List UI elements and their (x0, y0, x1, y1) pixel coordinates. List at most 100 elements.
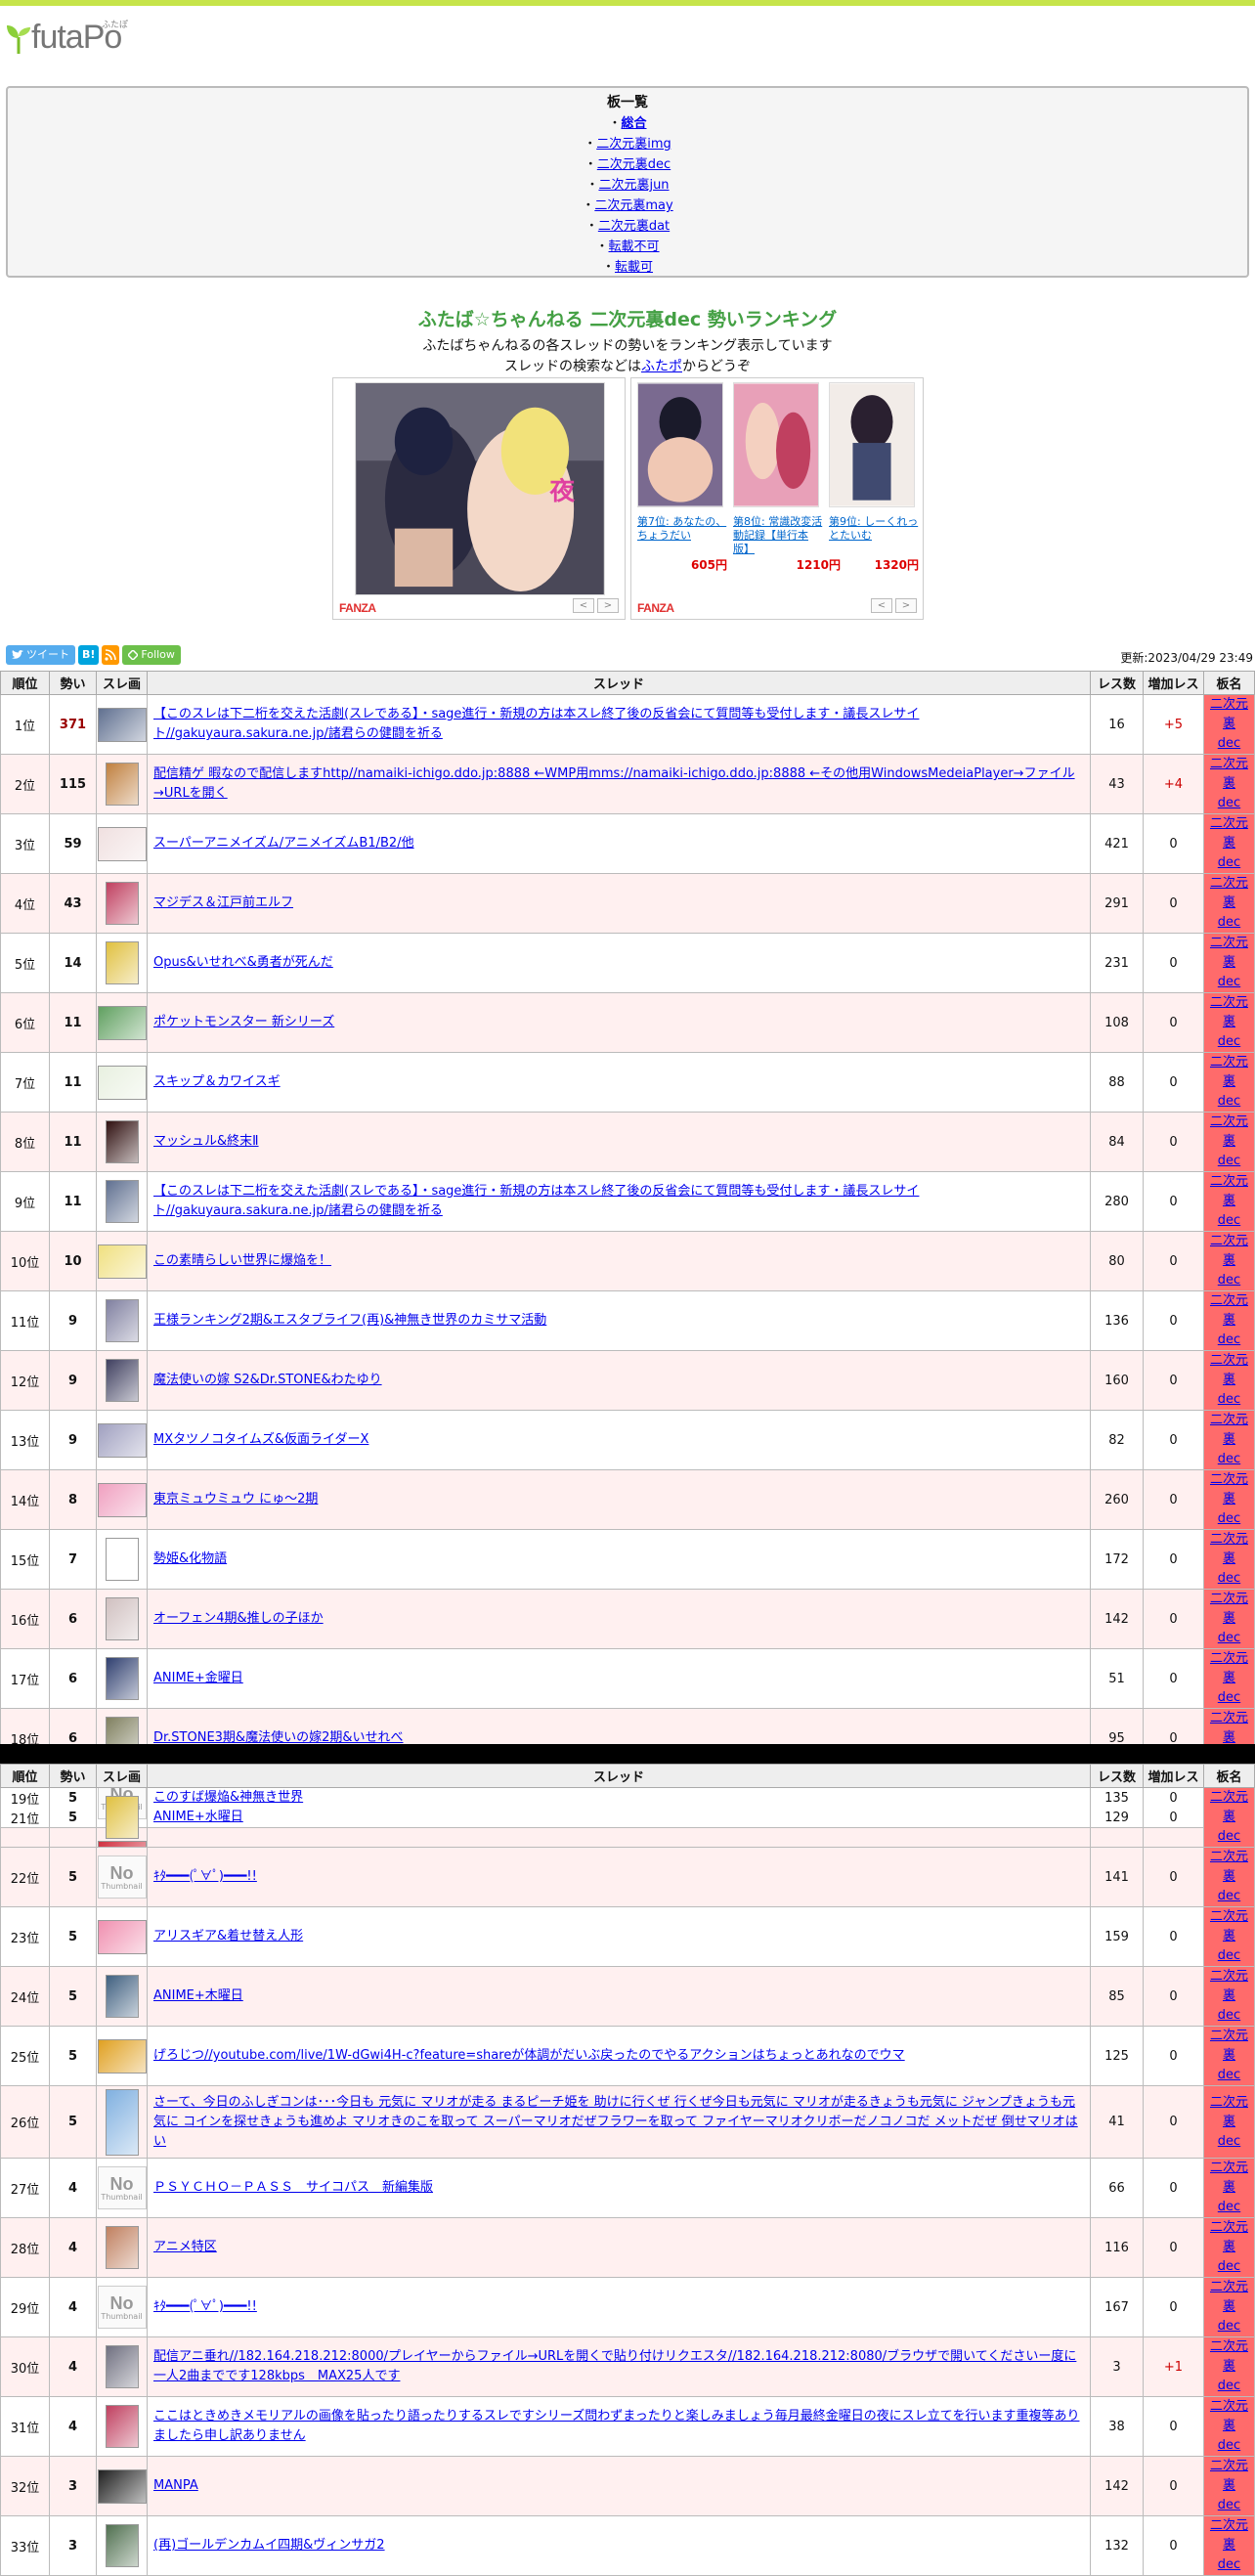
thread-link[interactable]: ｷﾀ━━━(ﾟ∀ﾟ)━━━!! (153, 1869, 257, 1884)
thumbnail-cell[interactable] (96, 1906, 148, 1967)
thread-thumbnail[interactable] (105, 763, 139, 806)
carousel-next-button[interactable]: > (895, 598, 917, 613)
thumbnail-cell[interactable] (96, 1052, 148, 1113)
thread-link[interactable]: 勢姫&化物語 (153, 1551, 227, 1566)
ad-item[interactable]: 第9位: しーくれっとたいむ 1320円 (829, 382, 919, 573)
thread-thumbnail[interactable] (97, 1005, 147, 1040)
thumbnail-cell[interactable] (96, 1350, 148, 1411)
board-name-link[interactable]: 二次元裏 dec (1210, 2161, 1248, 2214)
board-name-link[interactable]: 二次元裏 dec (1210, 1353, 1248, 1407)
thread-link[interactable]: Opus&いせれべ&勇者が死んだ (153, 955, 333, 970)
thread-link[interactable]: スキップ＆カワイスギ (153, 1074, 281, 1089)
thumbnail-cell[interactable] (96, 1589, 148, 1649)
thread-thumbnail[interactable] (105, 1597, 139, 1640)
board-name-link[interactable]: 二次元裏 dec (1210, 2095, 1248, 2149)
thread-link[interactable]: スーパーアニメイズム/アニメイズムB1/B2/他 (153, 836, 414, 851)
board-link[interactable]: 二次元裏img (596, 137, 671, 152)
board-link[interactable]: 転載不可 (609, 240, 660, 254)
thread-link[interactable]: ANIME+木曜日 (153, 1988, 243, 2003)
board-name-link[interactable]: 二次元裏 dec (1210, 2518, 1248, 2572)
thread-link[interactable]: 【このスレは下二桁を交えた活劇(スレである】・sage進行・新規の方は本スレ終了… (153, 707, 919, 741)
thread-link[interactable]: Dr.STONE3期&魔法使いの嫁2期&いせれべ (153, 1730, 403, 1745)
thumbnail-cell[interactable] (96, 1171, 148, 1232)
thread-thumbnail[interactable] (105, 2405, 139, 2448)
thread-thumbnail[interactable] (97, 2468, 147, 2504)
hatena-bookmark-button[interactable]: B! (78, 645, 100, 665)
board-name-link[interactable]: 二次元裏 dec (1210, 2029, 1248, 2082)
thumbnail-cell[interactable] (96, 933, 148, 993)
thread-thumbnail[interactable] (105, 1120, 139, 1163)
thumbnail-cell[interactable] (96, 2515, 148, 2576)
thread-link[interactable]: マッシュル&終末Ⅱ (153, 1134, 259, 1149)
ad-item-caption[interactable]: 第9位: しーくれっとたいむ (829, 515, 919, 556)
thread-thumbnail[interactable] (105, 1975, 139, 2018)
thread-thumbnail[interactable] (105, 2088, 139, 2156)
board-name-link[interactable]: 二次元裏 dec (1210, 1850, 1248, 1903)
thread-link[interactable]: マジデス＆江戸前エルフ (153, 895, 293, 910)
thumbnail-cell[interactable] (96, 1231, 148, 1291)
ad-item[interactable]: 第7位: あなたの、ちょうだい 605円 (637, 382, 727, 573)
board-link[interactable]: 二次元裏dat (598, 219, 670, 234)
thread-link[interactable]: MANPA (153, 2478, 198, 2493)
board-name-link[interactable]: 二次元裏 dec (1210, 995, 1248, 1049)
board-name-link[interactable]: 二次元裏 dec (1210, 1592, 1248, 1645)
thread-link[interactable]: ポケットモンスター 新シリーズ (153, 1015, 334, 1029)
thread-thumbnail[interactable] (105, 1359, 139, 1402)
thread-thumbnail[interactable] (105, 2345, 139, 2388)
thread-link[interactable]: この素晴らしい世界に爆焔を！ (153, 1253, 331, 1268)
thread-thumbnail[interactable] (105, 2524, 139, 2567)
board-name-link[interactable]: 二次元裏 dec (1210, 1234, 1248, 1288)
thread-link[interactable]: 東京ミュウミュウ にゅ～2期 (153, 1492, 318, 1506)
no-thumbnail-image[interactable]: NoThumbnail (97, 2166, 147, 2209)
thumbnail-cell[interactable] (96, 1410, 148, 1470)
board-name-link[interactable]: 二次元裏 dec (1210, 1969, 1248, 2023)
board-link[interactable]: 転載可 (615, 260, 653, 275)
board-name-link[interactable]: 二次元裏 dec (1210, 1413, 1248, 1466)
thumbnail-cell[interactable]: NoThumbnail (96, 2277, 148, 2337)
board-name-link[interactable]: 二次元裏 dec (1210, 876, 1248, 930)
thread-thumbnail[interactable] (105, 1538, 139, 1581)
thumbnail-cell[interactable] (96, 1112, 148, 1172)
thumbnail-cell[interactable] (96, 2085, 148, 2159)
thumbnail-cell[interactable] (96, 694, 148, 755)
thread-thumbnail[interactable] (97, 1065, 147, 1100)
no-thumbnail-image[interactable]: NoThumbnail (97, 1856, 147, 1899)
board-name-link[interactable]: 二次元裏 dec (1210, 1055, 1248, 1109)
thread-link[interactable]: 配信精ゲ 暇なので配信しますhttp//namaiki-ichigo.ddo.j… (153, 766, 1075, 801)
thread-link[interactable]: さーて、今日のふしぎコンは･･･今日も 元気に マリオが走る まるピーチ姫を 助… (153, 2095, 1078, 2149)
board-name-link[interactable]: 二次元裏 dec (1210, 816, 1248, 870)
board-name-link[interactable]: 二次元裏 dec (1210, 2220, 1248, 2274)
thumbnail-cell[interactable]: NoThumbnail (96, 1847, 148, 1907)
thread-thumbnail[interactable] (97, 707, 147, 742)
board-link[interactable]: 総合 (622, 116, 647, 131)
carousel-next-button[interactable]: > (597, 598, 619, 613)
thumbnail-cell[interactable] (96, 1469, 148, 1530)
thread-link[interactable]: ｷﾀ━━━(ﾟ∀ﾟ)━━━!! (153, 2299, 257, 2314)
thread-thumbnail[interactable] (97, 1919, 147, 1954)
thumbnail-cell[interactable] (96, 1648, 148, 1709)
thumbnail-cell[interactable] (96, 2336, 148, 2397)
thread-thumbnail[interactable] (105, 1180, 139, 1223)
thread-thumbnail[interactable] (105, 882, 139, 925)
thread-thumbnail[interactable] (105, 1796, 139, 1839)
ad-item-caption[interactable]: 第7位: あなたの、ちょうだい (637, 515, 727, 556)
thread-link[interactable]: 王様ランキング2期&エスタブライフ(再)&神無き世界のカミサマ活動 (153, 1313, 546, 1328)
board-name-link[interactable]: 二次元裏 dec (1210, 757, 1248, 810)
thread-link[interactable]: アリスギア&着せ替え人形 (153, 1929, 303, 1943)
thread-thumbnail[interactable] (97, 2038, 147, 2074)
ad-item-image[interactable] (637, 382, 723, 507)
thumbnail-cell[interactable] (96, 873, 148, 934)
thread-link[interactable]: 配信アニ垂れ//182.164.218.212:8000/プレイヤーからファイル… (153, 2349, 1076, 2383)
board-name-link[interactable]: 二次元裏 dec (1210, 936, 1248, 989)
board-name-link[interactable]: 二次元裏 dec (1210, 697, 1248, 751)
ad-item-image[interactable] (829, 382, 915, 507)
thread-link[interactable]: ここはときめきメモリアルの画像を貼ったり語ったりするスレですシリーズ問わずまった… (153, 2409, 1079, 2443)
thread-link[interactable]: (再)ゴールデンカムイ四期&ヴィンサガ2 (153, 2538, 385, 2553)
board-link[interactable]: 二次元裏jun (598, 178, 669, 193)
board-name-link[interactable]: 二次元裏 dec (1210, 2399, 1248, 2453)
thread-link[interactable]: アニメ特区 (153, 2240, 217, 2254)
futapo-link[interactable]: ふたポ (641, 359, 682, 374)
thumbnail-cell[interactable]: NoThumbnail (96, 2158, 148, 2218)
board-name-link[interactable]: 二次元裏 dec (1210, 1114, 1248, 1168)
thumbnail-cell[interactable] (96, 992, 148, 1053)
